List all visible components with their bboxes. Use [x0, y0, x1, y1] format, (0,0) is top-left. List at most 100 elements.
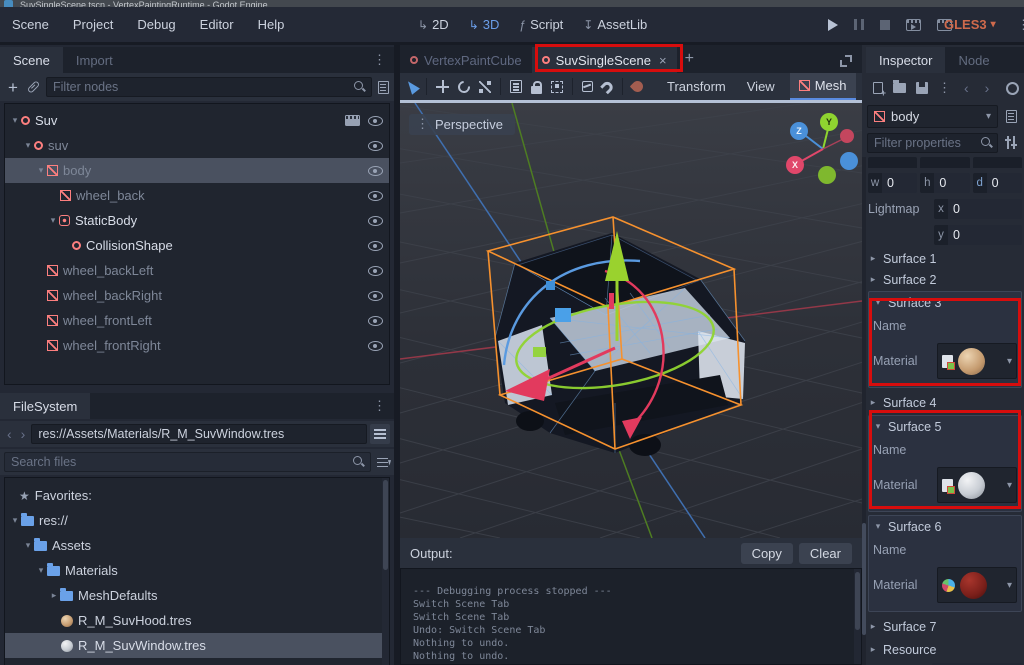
visibility-eye-icon[interactable]: [368, 141, 383, 151]
chevron-down-icon[interactable]: ▾: [1007, 356, 1012, 367]
fs-row-suvwindow[interactable]: R_M_SuvWindow.tres: [5, 633, 389, 658]
collapse-icon[interactable]: ▾: [35, 165, 47, 176]
history-forward-icon[interactable]: ›: [18, 426, 29, 442]
instance-scene-icon[interactable]: [27, 80, 40, 93]
collapse-icon[interactable]: ▾: [9, 115, 21, 126]
attach-script-icon[interactable]: [378, 81, 389, 94]
visibility-eye-icon[interactable]: [368, 191, 383, 201]
filter-properties-input[interactable]: [867, 133, 998, 153]
video-driver-dropdown[interactable]: GLES3 ▾: [944, 7, 996, 42]
lightmap-x-field[interactable]: x 0: [934, 199, 1022, 219]
tree-row-wheel-backright[interactable]: wheel_backRight: [5, 283, 389, 308]
history-back-icon[interactable]: ‹: [961, 80, 972, 96]
menu-scene[interactable]: Scene: [0, 17, 61, 32]
output-log[interactable]: --- Debugging process stopped --- Switch…: [400, 568, 862, 665]
move-tool-icon[interactable]: [436, 80, 449, 93]
material-preview-sphere[interactable]: [960, 572, 987, 599]
menubar-overflow-icon[interactable]: ⋮: [1017, 17, 1024, 33]
section-surface4[interactable]: ▸ Surface 4: [868, 391, 1022, 414]
inspector-scrollbar[interactable]: [862, 157, 866, 665]
surface6-material-control[interactable]: ▾: [937, 567, 1017, 603]
search-files-input[interactable]: [4, 452, 371, 472]
fs-row-vertexpaintblended[interactable]: R_M_VertexPaintBlended.tres: [5, 658, 389, 665]
visibility-eye-icon[interactable]: [368, 116, 383, 126]
section-surface3[interactable]: ▾ Surface 3: [873, 292, 1017, 313]
mode-script-button[interactable]: ƒ Script: [519, 17, 563, 32]
visibility-eye-icon[interactable]: [368, 291, 383, 301]
visibility-eye-icon[interactable]: [368, 241, 383, 251]
section-resource[interactable]: ▸ Resource: [868, 638, 1022, 661]
tab-filesystem[interactable]: FileSystem: [0, 393, 90, 419]
fs-row-res[interactable]: ▾ res://: [5, 508, 389, 533]
tree-row-staticbody[interactable]: ▾ StaticBody: [5, 208, 389, 233]
tree-row-suv-child[interactable]: ▾ suv: [5, 133, 389, 158]
chevron-down-icon[interactable]: ▾: [1007, 580, 1012, 591]
visibility-eye-icon[interactable]: [368, 216, 383, 226]
fs-row-meshdefaults[interactable]: ▸ MeshDefaults: [5, 583, 389, 608]
resource-menu-icon[interactable]: ⋮: [938, 80, 951, 96]
perspective-menu[interactable]: ⋮ Perspective: [409, 114, 515, 135]
collapse-icon[interactable]: ▾: [22, 540, 34, 551]
material-preview-sphere[interactable]: [958, 472, 985, 499]
group-icon[interactable]: [551, 81, 563, 93]
open-docs-button[interactable]: [1001, 106, 1021, 127]
tree-row-wheel-back[interactable]: wheel_back: [5, 183, 389, 208]
dock-menu-icon[interactable]: ⋮: [373, 52, 386, 68]
list-select-icon[interactable]: [510, 80, 522, 93]
view-menu[interactable]: View: [741, 79, 781, 94]
collapse-icon[interactable]: ▾: [22, 140, 34, 151]
clear-button[interactable]: Clear: [799, 543, 852, 564]
scale-tool-icon[interactable]: [479, 81, 491, 93]
scene-tab-suvsinglescene[interactable]: SuvSingleScene ×: [532, 47, 677, 73]
scene-instance-icon[interactable]: [345, 115, 360, 126]
history-forward-icon[interactable]: ›: [982, 80, 993, 96]
fs-row-suvhood[interactable]: R_M_SuvHood.tres: [5, 608, 389, 633]
menu-debug[interactable]: Debug: [125, 17, 187, 32]
surface3-material-control[interactable]: ▾: [937, 343, 1017, 379]
section-surface6[interactable]: ▾ Surface 6: [873, 516, 1017, 537]
section-surface5[interactable]: ▾ Surface 5: [873, 416, 1017, 437]
vertex-paint-brush-icon[interactable]: [630, 79, 646, 95]
close-icon[interactable]: ×: [659, 53, 667, 68]
w-field[interactable]: w 0: [868, 173, 917, 193]
tab-inspector[interactable]: Inspector: [866, 47, 945, 73]
mode-2d-button[interactable]: ↳ 2D: [418, 17, 449, 32]
load-resource-icon[interactable]: [893, 83, 906, 93]
pause-button[interactable]: [854, 19, 864, 30]
local-space-icon[interactable]: [582, 81, 593, 92]
play-scene-button[interactable]: [906, 19, 921, 31]
copy-button[interactable]: Copy: [741, 543, 793, 564]
expand-viewport-icon[interactable]: [840, 55, 852, 67]
fs-row-favorites[interactable]: ★ Favorites:: [5, 483, 389, 508]
tab-import[interactable]: Import: [63, 47, 126, 73]
menu-project[interactable]: Project: [61, 17, 125, 32]
mesh-menu[interactable]: Mesh: [790, 73, 856, 100]
section-surface2[interactable]: ▸ Surface 2: [868, 269, 1022, 290]
tree-row-collisionshape[interactable]: CollisionShape: [5, 233, 389, 258]
tree-row-wheel-frontright[interactable]: wheel_frontRight: [5, 333, 389, 358]
filter-nodes-input[interactable]: [46, 77, 372, 97]
fs-row-assets[interactable]: ▾ Assets: [5, 533, 389, 558]
file-sort-icon[interactable]: [377, 457, 390, 468]
edited-object-dropdown[interactable]: body ▾: [867, 105, 998, 128]
save-resource-icon[interactable]: [916, 82, 928, 94]
transform-menu[interactable]: Transform: [661, 79, 732, 94]
tree-row-wheel-backleft[interactable]: wheel_backLeft: [5, 258, 389, 283]
filesystem-scrollbar[interactable]: [382, 478, 389, 665]
add-node-button[interactable]: +: [5, 79, 21, 96]
fs-row-materials[interactable]: ▾ Materials: [5, 558, 389, 583]
select-tool-icon[interactable]: [404, 78, 420, 94]
surface5-material-control[interactable]: ▾: [937, 467, 1017, 503]
tree-row-suv[interactable]: ▾ Suv: [5, 108, 389, 133]
property-options-icon[interactable]: [1005, 136, 1018, 149]
section-surface7[interactable]: ▸ Surface 7: [868, 615, 1022, 638]
snap-magnet-icon[interactable]: [600, 79, 615, 94]
history-icon[interactable]: [1006, 82, 1019, 95]
visibility-eye-icon[interactable]: [368, 316, 383, 326]
rotate-tool-icon[interactable]: [456, 78, 473, 95]
current-path-field[interactable]: [31, 424, 367, 444]
split-mode-icon[interactable]: [370, 424, 390, 444]
visibility-eye-icon[interactable]: [368, 341, 383, 351]
lock-icon[interactable]: [531, 86, 542, 94]
visibility-eye-icon[interactable]: [368, 166, 383, 176]
